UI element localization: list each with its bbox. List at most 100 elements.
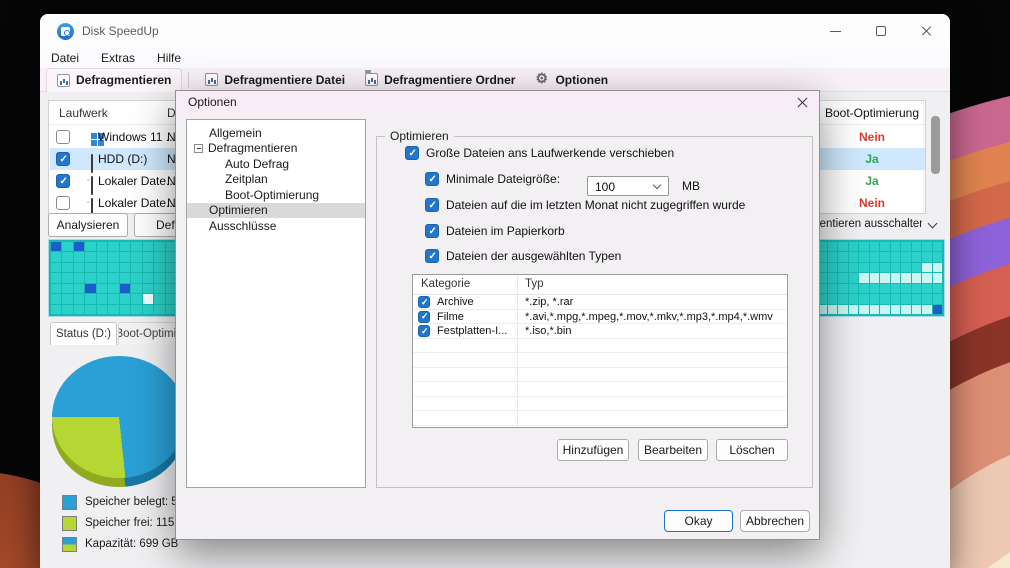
analyze-button[interactable]: Analysieren — [48, 213, 128, 237]
block-cell — [911, 273, 921, 283]
tab-status[interactable]: Status (D:) — [50, 322, 117, 345]
block-cell — [911, 242, 921, 252]
option-min-filesize[interactable]: Minimale Dateigröße: — [425, 172, 560, 186]
table-row-filme[interactable]: Filme *.avi,*.mpg,*.mpeg,*.mov,*.mkv,*.m… — [413, 310, 787, 324]
drive-checkbox[interactable] — [56, 152, 70, 166]
block-cell — [85, 262, 96, 273]
close-icon — [921, 25, 933, 37]
row-checkbox[interactable] — [418, 310, 430, 323]
block-cell — [901, 294, 911, 304]
block-cell — [131, 242, 142, 252]
delete-button[interactable]: Löschen — [716, 439, 788, 461]
block-cell — [922, 273, 932, 283]
block-cell — [911, 262, 921, 273]
toolbar-defragmentiere-datei[interactable]: Defragmentiere Datei — [195, 68, 355, 92]
block-cell — [859, 294, 869, 304]
block-cell — [901, 252, 911, 262]
add-button[interactable]: Hinzufügen — [557, 439, 629, 461]
drive-label: Lokaler Date... — [98, 174, 177, 188]
toolbar-defragmentiere-ordner[interactable]: Defragmentiere Ordner — [355, 68, 525, 92]
defrag-disable-dropdown[interactable]: mentieren ausschalten — [810, 218, 922, 234]
toolbar-defragmentieren[interactable]: Defragmentieren — [46, 67, 183, 92]
drive-checkbox[interactable] — [56, 174, 70, 188]
drive-checkbox[interactable] — [56, 196, 70, 210]
tree-item-allgemein[interactable]: Allgemein — [187, 125, 365, 141]
edit-button[interactable]: Bearbeiten — [638, 439, 708, 461]
tree-item-auto-defrag[interactable]: Auto Defrag — [187, 156, 365, 172]
table-header: Kategorie Typ — [413, 275, 787, 295]
option-not-accessed[interactable]: Dateien auf die im letzten Monat nicht z… — [425, 198, 745, 212]
block-cell — [859, 252, 869, 262]
row-checkbox[interactable] — [418, 296, 430, 308]
tree-item-ausschluesse[interactable]: Ausschlüsse — [187, 218, 365, 234]
filetype-table: Kategorie Typ Archive *.zip, *.rar Filme… — [412, 274, 788, 428]
tree-item-boot-optimierung[interactable]: Boot-Optimierung — [187, 187, 365, 203]
block-cell — [869, 273, 879, 283]
block-cell — [131, 283, 142, 294]
block-cell — [932, 294, 942, 304]
pie-chart — [52, 356, 186, 478]
block-cell — [848, 294, 858, 304]
cancel-button[interactable]: Abbrechen — [740, 510, 810, 532]
tree-collapse-icon[interactable] — [194, 143, 203, 153]
maximize-button[interactable] — [858, 14, 904, 48]
table-row-festplatten[interactable]: Festplatten-I... *.iso,*.bin — [413, 324, 787, 339]
block-cell — [119, 273, 131, 283]
block-cell — [96, 304, 108, 314]
boot-value: Nein — [858, 196, 885, 210]
block-cell — [869, 294, 879, 304]
tree-item-defragmentieren[interactable]: Defragmentieren — [187, 141, 365, 157]
block-cell — [890, 252, 900, 262]
checkbox-checked[interactable] — [425, 172, 439, 186]
block-cell — [922, 242, 932, 252]
dialog-close-icon[interactable] — [796, 96, 809, 109]
block-cell — [901, 304, 911, 314]
tree-item-zeitplan[interactable]: Zeitplan — [187, 172, 365, 188]
minimize-button[interactable] — [812, 14, 858, 48]
block-cell — [827, 252, 837, 262]
block-cell — [932, 273, 942, 283]
minimize-icon — [829, 30, 841, 32]
tree-label: Defragmentieren — [208, 141, 298, 156]
block-cell — [154, 262, 165, 273]
defrag-folder-icon — [365, 70, 379, 86]
chevron-down-icon[interactable] — [927, 218, 938, 229]
close-button[interactable] — [904, 14, 950, 48]
block-cell — [869, 242, 879, 252]
row-checkbox[interactable] — [418, 325, 430, 337]
block-cell — [838, 304, 848, 314]
block-cell — [108, 304, 119, 314]
maximize-icon — [876, 26, 886, 36]
vertical-scrollbar[interactable] — [931, 116, 940, 174]
block-cell — [922, 262, 932, 273]
options-dialog: Optionen Allgemein Defragmentieren Auto … — [175, 90, 820, 540]
block-cell — [142, 262, 154, 273]
block-cell — [142, 294, 154, 304]
block-cell — [119, 294, 131, 304]
drive-checkbox[interactable] — [56, 130, 70, 144]
tab-boot-optimierung[interactable]: Boot-Optimie — [118, 322, 180, 345]
option-move-large-files[interactable]: Große Dateien ans Laufwerkende verschieb… — [405, 146, 674, 160]
ok-button[interactable]: Okay — [664, 510, 733, 532]
checkbox-checked[interactable] — [425, 224, 439, 238]
block-cell — [154, 273, 165, 283]
types-cell: *.zip, *.rar — [525, 296, 574, 308]
min-filesize-combobox[interactable]: 100 — [587, 176, 669, 196]
menu-extras[interactable]: Extras — [101, 51, 135, 65]
tree-item-optimieren[interactable]: Optimieren — [187, 202, 365, 218]
menu-datei[interactable]: Datei — [51, 51, 79, 65]
toolbar-optionen[interactable]: Optionen — [525, 68, 618, 92]
block-cell — [51, 294, 62, 304]
table-row-archive[interactable]: Archive *.zip, *.rar — [413, 295, 787, 310]
drive-label: Lokaler Date... — [98, 196, 177, 210]
block-cell — [922, 294, 932, 304]
block-cell — [932, 304, 942, 314]
menu-hilfe[interactable]: Hilfe — [157, 51, 181, 65]
block-cell — [142, 242, 154, 252]
checkbox-checked[interactable] — [425, 249, 439, 263]
option-recycle-bin[interactable]: Dateien im Papierkorb — [425, 224, 565, 238]
checkbox-checked[interactable] — [425, 198, 439, 212]
checkbox-checked[interactable] — [405, 146, 419, 160]
option-selected-types[interactable]: Dateien der ausgewählten Typen — [425, 249, 621, 263]
block-cell — [73, 283, 85, 294]
